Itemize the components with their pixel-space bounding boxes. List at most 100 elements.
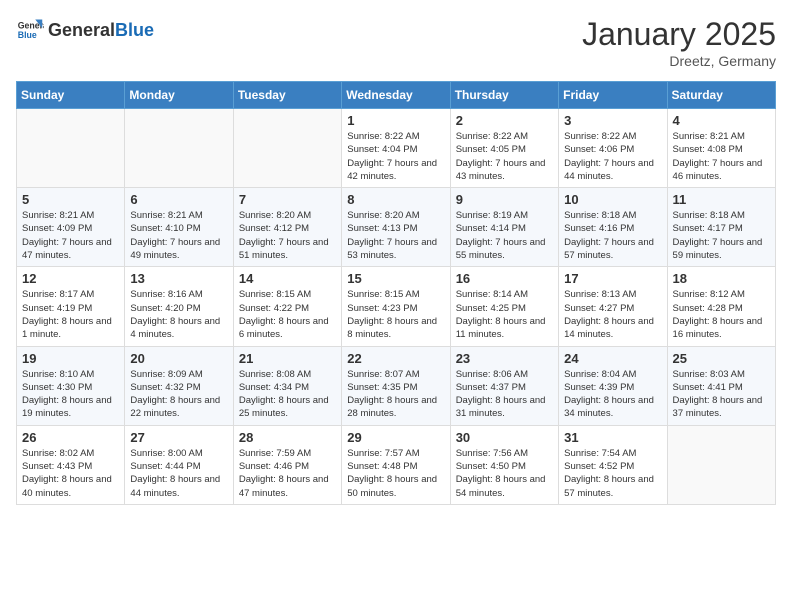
calendar-day-cell: 5 Sunrise: 8:21 AM Sunset: 4:09 PM Daylig… xyxy=(17,188,125,267)
page-header: General Blue GeneralBlue January 2025 Dr… xyxy=(16,16,776,69)
day-number: 19 xyxy=(22,351,119,366)
day-number: 30 xyxy=(456,430,553,445)
day-number: 9 xyxy=(456,192,553,207)
day-info: Sunrise: 8:22 AM Sunset: 4:04 PM Dayligh… xyxy=(347,130,444,183)
calendar-day-cell: 1 Sunrise: 8:22 AM Sunset: 4:04 PM Daylig… xyxy=(342,109,450,188)
day-info: Sunrise: 8:02 AM Sunset: 4:43 PM Dayligh… xyxy=(22,447,119,500)
day-number: 5 xyxy=(22,192,119,207)
day-info: Sunrise: 8:17 AM Sunset: 4:19 PM Dayligh… xyxy=(22,288,119,341)
day-info: Sunrise: 8:21 AM Sunset: 4:10 PM Dayligh… xyxy=(130,209,227,262)
day-number: 31 xyxy=(564,430,661,445)
day-number: 27 xyxy=(130,430,227,445)
day-info: Sunrise: 8:18 AM Sunset: 4:16 PM Dayligh… xyxy=(564,209,661,262)
day-info: Sunrise: 8:13 AM Sunset: 4:27 PM Dayligh… xyxy=(564,288,661,341)
calendar-day-cell: 27 Sunrise: 8:00 AM Sunset: 4:44 PM Dayli… xyxy=(125,425,233,504)
logo-icon: General Blue xyxy=(16,16,44,44)
calendar-day-cell: 17 Sunrise: 8:13 AM Sunset: 4:27 PM Dayli… xyxy=(559,267,667,346)
day-number: 12 xyxy=(22,271,119,286)
day-info: Sunrise: 7:59 AM Sunset: 4:46 PM Dayligh… xyxy=(239,447,336,500)
day-info: Sunrise: 8:22 AM Sunset: 4:06 PM Dayligh… xyxy=(564,130,661,183)
calendar-week-row: 12 Sunrise: 8:17 AM Sunset: 4:19 PM Dayli… xyxy=(17,267,776,346)
day-number: 21 xyxy=(239,351,336,366)
calendar-day-cell: 15 Sunrise: 8:15 AM Sunset: 4:23 PM Dayli… xyxy=(342,267,450,346)
calendar-day-cell: 3 Sunrise: 8:22 AM Sunset: 4:06 PM Daylig… xyxy=(559,109,667,188)
day-number: 6 xyxy=(130,192,227,207)
day-number: 13 xyxy=(130,271,227,286)
calendar-day-cell: 23 Sunrise: 8:06 AM Sunset: 4:37 PM Dayli… xyxy=(450,346,558,425)
calendar-day-cell: 7 Sunrise: 8:20 AM Sunset: 4:12 PM Daylig… xyxy=(233,188,341,267)
calendar-week-row: 19Sunrise: 8:10 AM Sunset: 4:30 PM Dayli… xyxy=(17,346,776,425)
day-info: Sunrise: 8:12 AM Sunset: 4:28 PM Dayligh… xyxy=(673,288,770,341)
day-number: 18 xyxy=(673,271,770,286)
day-number: 26 xyxy=(22,430,119,445)
day-number: 15 xyxy=(347,271,444,286)
day-number: 11 xyxy=(673,192,770,207)
day-number: 16 xyxy=(456,271,553,286)
day-number: 10 xyxy=(564,192,661,207)
day-number: 17 xyxy=(564,271,661,286)
day-info: Sunrise: 8:20 AM Sunset: 4:12 PM Dayligh… xyxy=(239,209,336,262)
calendar-day-cell xyxy=(667,425,775,504)
day-info: Sunrise: 7:56 AM Sunset: 4:50 PM Dayligh… xyxy=(456,447,553,500)
day-number: 23 xyxy=(456,351,553,366)
day-of-week-header: Monday xyxy=(125,82,233,109)
day-number: 28 xyxy=(239,430,336,445)
calendar-day-cell: 4 Sunrise: 8:21 AM Sunset: 4:08 PM Daylig… xyxy=(667,109,775,188)
day-info: Sunrise: 8:07 AM Sunset: 4:35 PM Dayligh… xyxy=(347,368,444,421)
day-info: Sunrise: 8:15 AM Sunset: 4:22 PM Dayligh… xyxy=(239,288,336,341)
day-of-week-header: Tuesday xyxy=(233,82,341,109)
calendar-day-cell: 26 Sunrise: 8:02 AM Sunset: 4:43 PM Dayli… xyxy=(17,425,125,504)
calendar-day-cell: 19Sunrise: 8:10 AM Sunset: 4:30 PM Dayli… xyxy=(17,346,125,425)
day-number: 24 xyxy=(564,351,661,366)
calendar-day-cell: 29Sunrise: 7:57 AM Sunset: 4:48 PM Dayli… xyxy=(342,425,450,504)
day-info: Sunrise: 8:15 AM Sunset: 4:23 PM Dayligh… xyxy=(347,288,444,341)
day-info: Sunrise: 8:21 AM Sunset: 4:08 PM Dayligh… xyxy=(673,130,770,183)
day-info: Sunrise: 8:21 AM Sunset: 4:09 PM Dayligh… xyxy=(22,209,119,262)
calendar-day-cell: 13 Sunrise: 8:16 AM Sunset: 4:20 PM Dayli… xyxy=(125,267,233,346)
calendar-table: SundayMondayTuesdayWednesdayThursdayFrid… xyxy=(16,81,776,505)
day-number: 14 xyxy=(239,271,336,286)
day-info: Sunrise: 7:54 AM Sunset: 4:52 PM Dayligh… xyxy=(564,447,661,500)
day-info: Sunrise: 8:03 AM Sunset: 4:41 PM Dayligh… xyxy=(673,368,770,421)
logo: General Blue GeneralBlue xyxy=(16,16,154,44)
calendar-day-cell: 28 Sunrise: 7:59 AM Sunset: 4:46 PM Dayli… xyxy=(233,425,341,504)
calendar-header-row: SundayMondayTuesdayWednesdayThursdayFrid… xyxy=(17,82,776,109)
day-number: 7 xyxy=(239,192,336,207)
logo-blue-text: Blue xyxy=(115,20,154,41)
calendar-day-cell: 2Sunrise: 8:22 AM Sunset: 4:05 PM Daylig… xyxy=(450,109,558,188)
calendar-week-row: 26 Sunrise: 8:02 AM Sunset: 4:43 PM Dayli… xyxy=(17,425,776,504)
title-block: January 2025 Dreetz, Germany xyxy=(582,16,776,69)
day-number: 8 xyxy=(347,192,444,207)
calendar-day-cell: 21Sunrise: 8:08 AM Sunset: 4:34 PM Dayli… xyxy=(233,346,341,425)
calendar-day-cell: 18 Sunrise: 8:12 AM Sunset: 4:28 PM Dayli… xyxy=(667,267,775,346)
day-of-week-header: Saturday xyxy=(667,82,775,109)
day-info: Sunrise: 8:19 AM Sunset: 4:14 PM Dayligh… xyxy=(456,209,553,262)
calendar-day-cell: 14 Sunrise: 8:15 AM Sunset: 4:22 PM Dayli… xyxy=(233,267,341,346)
calendar-day-cell: 12 Sunrise: 8:17 AM Sunset: 4:19 PM Dayli… xyxy=(17,267,125,346)
day-info: Sunrise: 8:00 AM Sunset: 4:44 PM Dayligh… xyxy=(130,447,227,500)
day-number: 3 xyxy=(564,113,661,128)
location-text: Dreetz, Germany xyxy=(582,53,776,69)
day-info: Sunrise: 8:20 AM Sunset: 4:13 PM Dayligh… xyxy=(347,209,444,262)
day-of-week-header: Friday xyxy=(559,82,667,109)
day-number: 22 xyxy=(347,351,444,366)
day-number: 29 xyxy=(347,430,444,445)
calendar-day-cell: 9 Sunrise: 8:19 AM Sunset: 4:14 PM Daylig… xyxy=(450,188,558,267)
day-info: Sunrise: 8:14 AM Sunset: 4:25 PM Dayligh… xyxy=(456,288,553,341)
day-info: Sunrise: 8:22 AM Sunset: 4:05 PM Dayligh… xyxy=(456,130,553,183)
day-info: Sunrise: 8:18 AM Sunset: 4:17 PM Dayligh… xyxy=(673,209,770,262)
day-of-week-header: Wednesday xyxy=(342,82,450,109)
day-of-week-header: Thursday xyxy=(450,82,558,109)
calendar-day-cell: 30 Sunrise: 7:56 AM Sunset: 4:50 PM Dayli… xyxy=(450,425,558,504)
day-number: 4 xyxy=(673,113,770,128)
calendar-week-row: 1 Sunrise: 8:22 AM Sunset: 4:04 PM Daylig… xyxy=(17,109,776,188)
calendar-day-cell: 25Sunrise: 8:03 AM Sunset: 4:41 PM Dayli… xyxy=(667,346,775,425)
calendar-day-cell xyxy=(17,109,125,188)
day-info: Sunrise: 8:09 AM Sunset: 4:32 PM Dayligh… xyxy=(130,368,227,421)
calendar-day-cell: 22 Sunrise: 8:07 AM Sunset: 4:35 PM Dayli… xyxy=(342,346,450,425)
day-number: 1 xyxy=(347,113,444,128)
day-info: Sunrise: 8:16 AM Sunset: 4:20 PM Dayligh… xyxy=(130,288,227,341)
day-info: Sunrise: 8:06 AM Sunset: 4:37 PM Dayligh… xyxy=(456,368,553,421)
calendar-day-cell xyxy=(125,109,233,188)
calendar-day-cell: 11 Sunrise: 8:18 AM Sunset: 4:17 PM Dayli… xyxy=(667,188,775,267)
